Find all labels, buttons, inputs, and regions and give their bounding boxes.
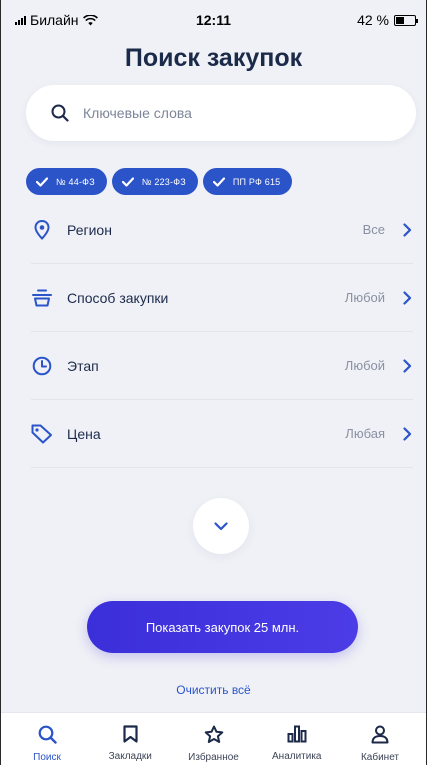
chevron-right-icon (403, 290, 413, 305)
wifi-icon (82, 14, 98, 25)
bookmark-icon (123, 725, 138, 743)
analytics-icon (287, 725, 307, 743)
tab-label: Поиск (33, 752, 61, 763)
filter-row-stage[interactable]: Этап Любой (31, 332, 413, 400)
chip-44-fz[interactable]: № 44-ФЗ (26, 168, 107, 195)
tab-account[interactable]: Кабинет (340, 713, 420, 765)
search-icon (51, 104, 69, 122)
status-bar: Билайн 12:11 42 % (1, 0, 426, 40)
chevron-right-icon (403, 426, 413, 441)
chevron-right-icon (403, 222, 413, 237)
search-input[interactable] (83, 105, 363, 121)
filter-label: Способ закупки (67, 289, 169, 306)
chip-label: № 223-ФЗ (141, 176, 186, 187)
battery-icon (394, 14, 418, 26)
price-tag-icon (31, 423, 53, 445)
tab-bar: Поиск Закладки Избранное Аналитика Кабин… (1, 712, 426, 765)
check-icon (212, 176, 225, 187)
law-filter-chips: № 44-ФЗ № 223-ФЗ ПП РФ 615 (26, 168, 293, 195)
star-icon (204, 725, 223, 743)
check-icon (121, 176, 134, 187)
filter-value: Любая (345, 426, 385, 441)
show-results-button[interactable]: Показать закупок 25 млн. (87, 601, 358, 653)
battery-percent: 42 % (357, 12, 389, 28)
clock-icon (31, 355, 53, 377)
tab-bookmarks[interactable]: Закладки (90, 713, 170, 765)
user-icon (371, 725, 389, 744)
filter-value: Все (362, 222, 385, 237)
search-icon (38, 725, 57, 744)
tab-label: Кабинет (360, 752, 400, 763)
chevron-down-icon (214, 521, 228, 530)
expand-filters-button[interactable] (193, 498, 249, 554)
tab-favorites[interactable]: Избранное (174, 713, 254, 765)
page-title: Поиск закупок (124, 44, 303, 72)
filter-row-region[interactable]: Регион Все (31, 196, 413, 264)
chip-223-fz[interactable]: № 223-ФЗ (111, 168, 198, 195)
tab-label: Избранное (188, 752, 239, 763)
filter-row-method[interactable]: Способ закупки Любой (31, 264, 413, 332)
filter-label: Этап (67, 357, 99, 374)
filter-row-price[interactable]: Цена Любая (31, 400, 413, 468)
tab-label: Аналитика (272, 751, 322, 762)
filter-list: Регион Все Способ закупки Любой Этап Люб… (31, 196, 413, 468)
clear-all-link[interactable]: Очистить всё (176, 683, 250, 697)
tab-search[interactable]: Поиск (7, 713, 87, 765)
basket-icon (31, 287, 53, 309)
location-pin-icon (31, 219, 53, 241)
chip-label: ПП РФ 615 (232, 176, 281, 187)
chevron-right-icon (403, 358, 413, 373)
battery-level (396, 16, 404, 24)
tab-analytics[interactable]: Аналитика (257, 713, 337, 765)
search-bar[interactable] (26, 85, 416, 141)
carrier-name: Билайн (30, 12, 79, 28)
app-screen: Билайн 12:11 42 % Поиск закупок № 44-ФЗ (0, 0, 427, 765)
tab-label: Закладки (108, 751, 152, 762)
status-time: 12:11 (195, 12, 232, 28)
filter-value: Любой (344, 290, 385, 305)
check-icon (36, 176, 48, 187)
filter-label: Регион (67, 221, 112, 238)
filter-value: Любой (344, 358, 385, 373)
chip-label: № 44-ФЗ (56, 176, 95, 187)
filter-label: Цена (67, 425, 101, 442)
chip-pp-rf-615[interactable]: ПП РФ 615 (202, 168, 293, 195)
signal-icon (15, 15, 26, 25)
